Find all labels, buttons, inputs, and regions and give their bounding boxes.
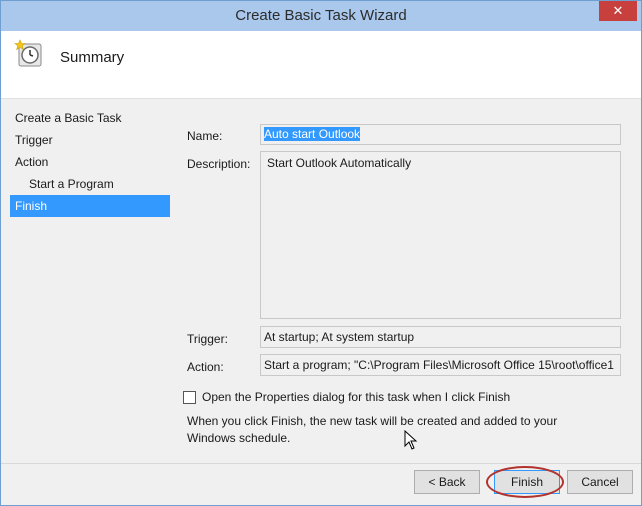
back-button[interactable]: < Back — [414, 470, 480, 494]
description-field[interactable]: Start Outlook Automatically — [260, 151, 621, 319]
finish-info-line-1: When you click Finish, the new task will… — [187, 414, 558, 428]
task-scheduler-clock-icon — [14, 39, 42, 67]
finish-info-text: When you click Finish, the new task will… — [187, 413, 607, 447]
button-bar-divider — [1, 463, 641, 464]
action-label: Action: — [187, 360, 224, 374]
finish-button[interactable]: Finish — [494, 470, 560, 494]
mouse-cursor-icon — [404, 430, 418, 450]
action-field[interactable]: Start a program; "C:\Program Files\Micro… — [260, 354, 621, 376]
wizard-header: Summary — [1, 31, 641, 99]
title-bar[interactable]: Create Basic Task Wizard ✕ — [1, 1, 641, 31]
step-create-basic-task: Create a Basic Task — [15, 111, 122, 125]
open-properties-checkbox[interactable] — [183, 391, 196, 404]
wizard-window: Create Basic Task Wizard ✕ Summary Creat… — [0, 0, 642, 506]
cancel-button[interactable]: Cancel — [567, 470, 633, 494]
name-label: Name: — [187, 129, 223, 143]
step-trigger: Trigger — [15, 133, 53, 147]
wizard-steps-list: Create a Basic Task Trigger Action Start… — [10, 107, 170, 217]
description-label: Description: — [187, 157, 251, 171]
step-finish: Finish — [10, 195, 170, 217]
page-title: Summary — [60, 49, 125, 66]
trigger-field[interactable]: At startup; At system startup — [260, 326, 621, 348]
close-button[interactable]: ✕ — [599, 1, 637, 21]
name-field[interactable]: Auto start Outlook — [260, 124, 621, 145]
open-properties-checkbox-label[interactable]: Open the Properties dialog for this task… — [202, 390, 510, 404]
finish-info-line-2: Windows schedule. — [187, 431, 291, 445]
step-action: Action — [15, 155, 49, 169]
trigger-label: Trigger: — [187, 332, 228, 346]
description-field-value: Start Outlook Automatically — [267, 156, 412, 170]
step-start-a-program: Start a Program — [29, 177, 114, 191]
window-title: Create Basic Task Wizard — [235, 7, 407, 24]
name-field-value: Auto start Outlook — [264, 127, 361, 141]
